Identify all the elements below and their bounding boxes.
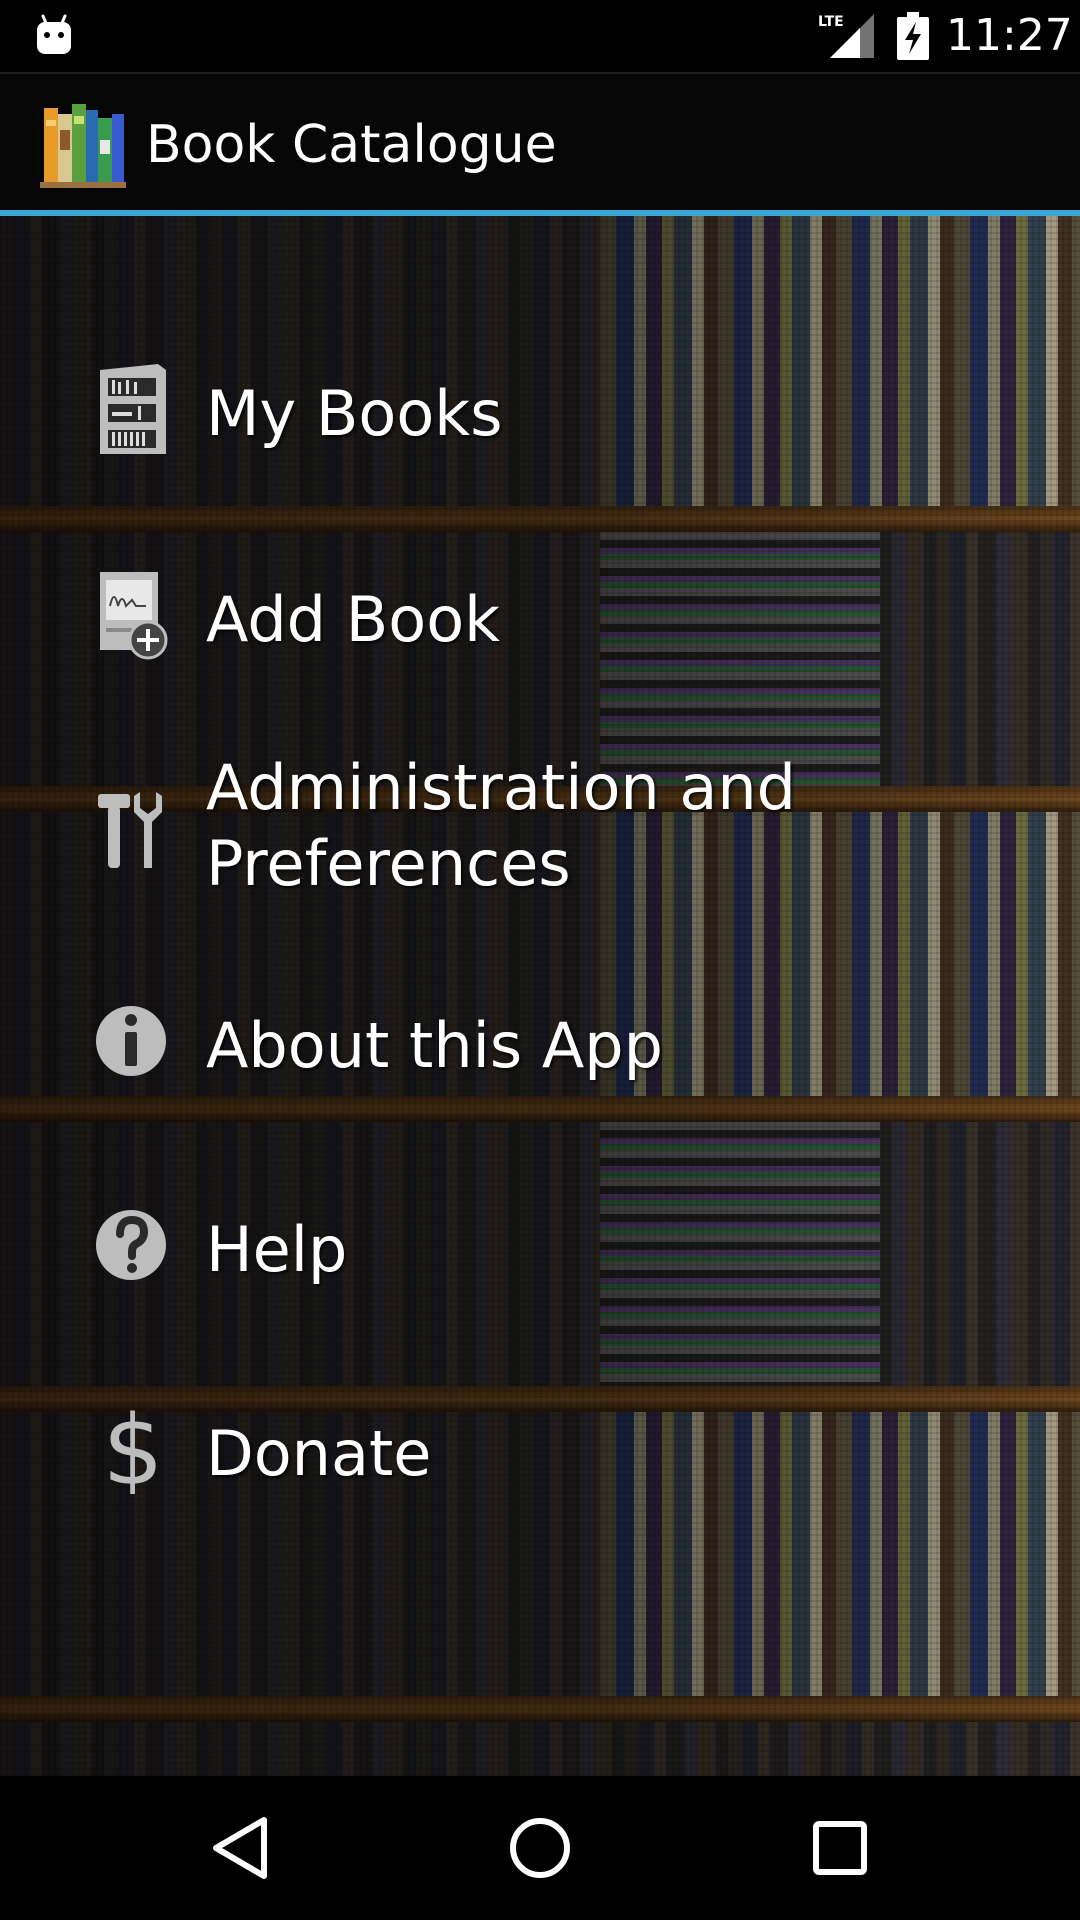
lte-label: LTE bbox=[818, 14, 844, 30]
menu-label-add-book: Add Book bbox=[206, 583, 501, 656]
action-bar: Book Catalogue bbox=[0, 72, 1080, 212]
menu-item-my-books[interactable]: My Books bbox=[0, 344, 1080, 484]
svg-text:$: $ bbox=[102, 1404, 163, 1494]
menu-label-help: Help bbox=[206, 1213, 348, 1286]
menu-item-about-this-app[interactable]: About this App bbox=[0, 972, 1080, 1112]
info-icon bbox=[96, 1006, 166, 1076]
menu-item-donate[interactable]: $ Donate bbox=[0, 1380, 1080, 1520]
menu-label-my-books: My Books bbox=[206, 377, 503, 450]
help-icon bbox=[96, 1210, 166, 1280]
navigation-bar bbox=[0, 1776, 1080, 1920]
app-title: Book Catalogue bbox=[146, 115, 557, 175]
menu-item-administration-and-preferences[interactable]: Administration and Preferences bbox=[0, 736, 1080, 926]
lte-signal-icon: LTE bbox=[818, 14, 874, 58]
menu-item-add-book[interactable]: Add Book bbox=[0, 548, 1080, 688]
menu-label-administration-line1: Administration and bbox=[206, 751, 797, 824]
menu-item-help[interactable]: Help bbox=[0, 1176, 1080, 1316]
add-book-icon bbox=[100, 572, 168, 660]
main-menu-panel: My Books Add Book Administration and Pre… bbox=[0, 216, 1080, 1776]
home-icon[interactable] bbox=[504, 1812, 576, 1884]
tools-icon bbox=[98, 792, 162, 868]
android-notification-icon bbox=[37, 14, 71, 54]
screen: LTE 11:27 Book Catalogue My Books Add Bo… bbox=[0, 0, 1080, 1920]
menu-label-administration-line2: Preferences bbox=[206, 827, 571, 900]
main-menu: My Books Add Book Administration and Pre… bbox=[0, 216, 1080, 1776]
menu-label-donate: Donate bbox=[206, 1417, 432, 1490]
dollar-icon: $ bbox=[102, 1404, 163, 1494]
recents-icon[interactable] bbox=[804, 1812, 876, 1884]
status-clock: 11:27 bbox=[946, 10, 1073, 61]
bookshelf-icon bbox=[100, 364, 166, 454]
battery-charging-icon bbox=[897, 12, 929, 60]
status-bar: LTE 11:27 bbox=[0, 0, 1080, 72]
back-icon[interactable] bbox=[204, 1812, 276, 1884]
menu-label-about-this-app: About this App bbox=[206, 1009, 663, 1082]
book-catalogue-logo-icon bbox=[40, 104, 126, 188]
